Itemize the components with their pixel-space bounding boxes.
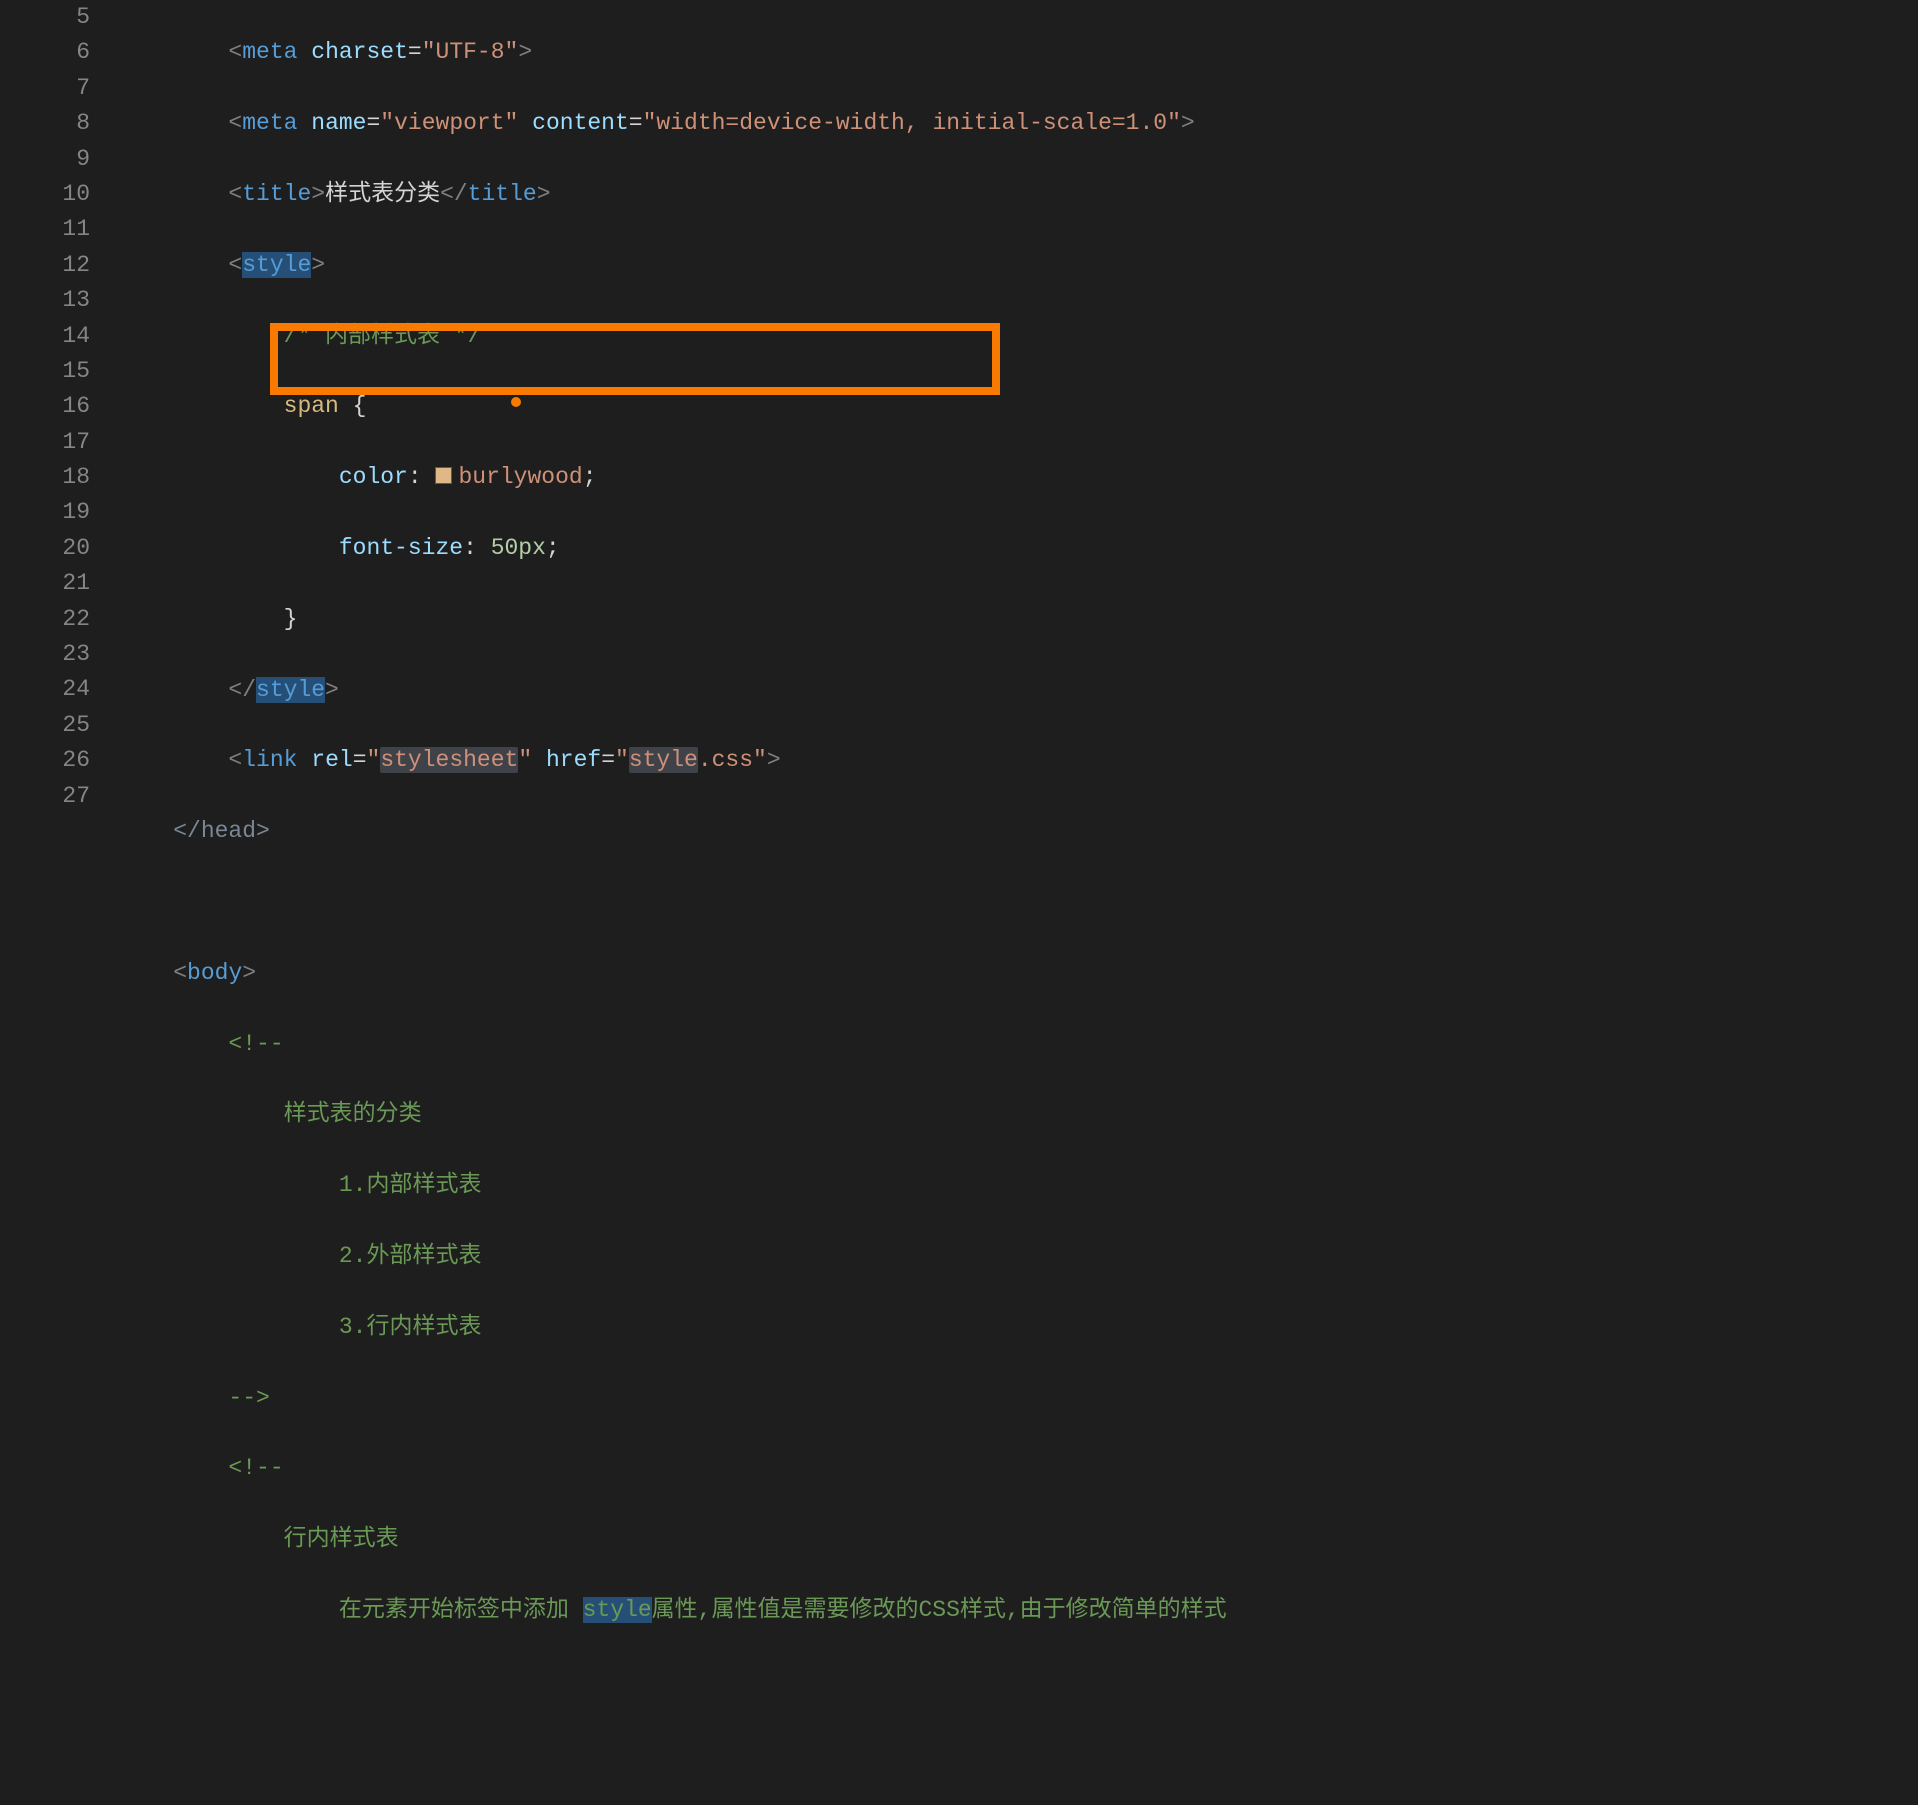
line-number: 24 <box>0 672 90 707</box>
code-line[interactable]: font-size: 50px; <box>118 531 1918 566</box>
line-number: 15 <box>0 354 90 389</box>
line-number: 25 <box>0 708 90 743</box>
code-line[interactable]: <body> <box>118 956 1918 991</box>
line-number: 10 <box>0 177 90 212</box>
code-line[interactable]: <meta charset="UTF-8"> <box>118 35 1918 70</box>
color-swatch-icon <box>435 467 452 484</box>
line-number: 27 <box>0 779 90 814</box>
line-number: 19 <box>0 495 90 530</box>
line-number: 21 <box>0 566 90 601</box>
line-number: 6 <box>0 35 90 70</box>
code-line[interactable]: /* 内部样式表 */ <box>118 319 1918 354</box>
line-number: 8 <box>0 106 90 141</box>
line-number: 17 <box>0 425 90 460</box>
code-line[interactable]: <style> <box>118 248 1918 283</box>
code-line[interactable]: 行内样式表 <box>118 1522 1918 1557</box>
code-line[interactable]: color: burlywood; <box>118 460 1918 495</box>
code-line[interactable]: } <box>118 602 1918 637</box>
code-line[interactable]: 样式表的分类 <box>118 1097 1918 1132</box>
code-line[interactable]: 3.行内样式表 <box>118 1310 1918 1345</box>
line-number: 7 <box>0 71 90 106</box>
code-line[interactable] <box>118 885 1918 920</box>
line-number: 9 <box>0 142 90 177</box>
line-number: 16 <box>0 389 90 424</box>
code-line[interactable]: </head> <box>118 814 1918 849</box>
code-line[interactable]: <title>样式表分类</title> <box>118 177 1918 212</box>
code-line[interactable]: 在元素开始标签中添加 style属性,属性值是需要修改的CSS样式,由于修改简单… <box>118 1593 1918 1628</box>
line-number: 18 <box>0 460 90 495</box>
code-editor[interactable]: 5 6 7 8 9 10 11 12 13 14 15 16 17 18 19 … <box>0 0 1918 1036</box>
code-line[interactable]: <!-- <box>118 1027 1918 1062</box>
code-line[interactable]: --> <box>118 1381 1918 1416</box>
line-number: 12 <box>0 248 90 283</box>
line-number: 5 <box>0 0 90 35</box>
line-number: 14 <box>0 319 90 354</box>
line-number: 22 <box>0 602 90 637</box>
annotation-dot-icon <box>511 397 521 407</box>
line-number: 13 <box>0 283 90 318</box>
code-area[interactable]: <meta charset="UTF-8"> <meta name="viewp… <box>118 0 1918 1036</box>
code-line[interactable]: </style> <box>118 673 1918 708</box>
code-line[interactable]: <!-- <box>118 1451 1918 1486</box>
code-line[interactable]: <link rel="stylesheet" href="style.css"> <box>118 743 1918 778</box>
code-line[interactable]: 2.外部样式表 <box>118 1239 1918 1274</box>
code-line[interactable]: 1.内部样式表 <box>118 1168 1918 1203</box>
line-number: 11 <box>0 212 90 247</box>
line-number: 20 <box>0 531 90 566</box>
line-number: 23 <box>0 637 90 672</box>
code-line[interactable]: span { <box>118 389 1918 424</box>
code-line[interactable]: <meta name="viewport" content="width=dev… <box>118 106 1918 141</box>
line-number-gutter: 5 6 7 8 9 10 11 12 13 14 15 16 17 18 19 … <box>0 0 118 1036</box>
line-number: 26 <box>0 743 90 778</box>
